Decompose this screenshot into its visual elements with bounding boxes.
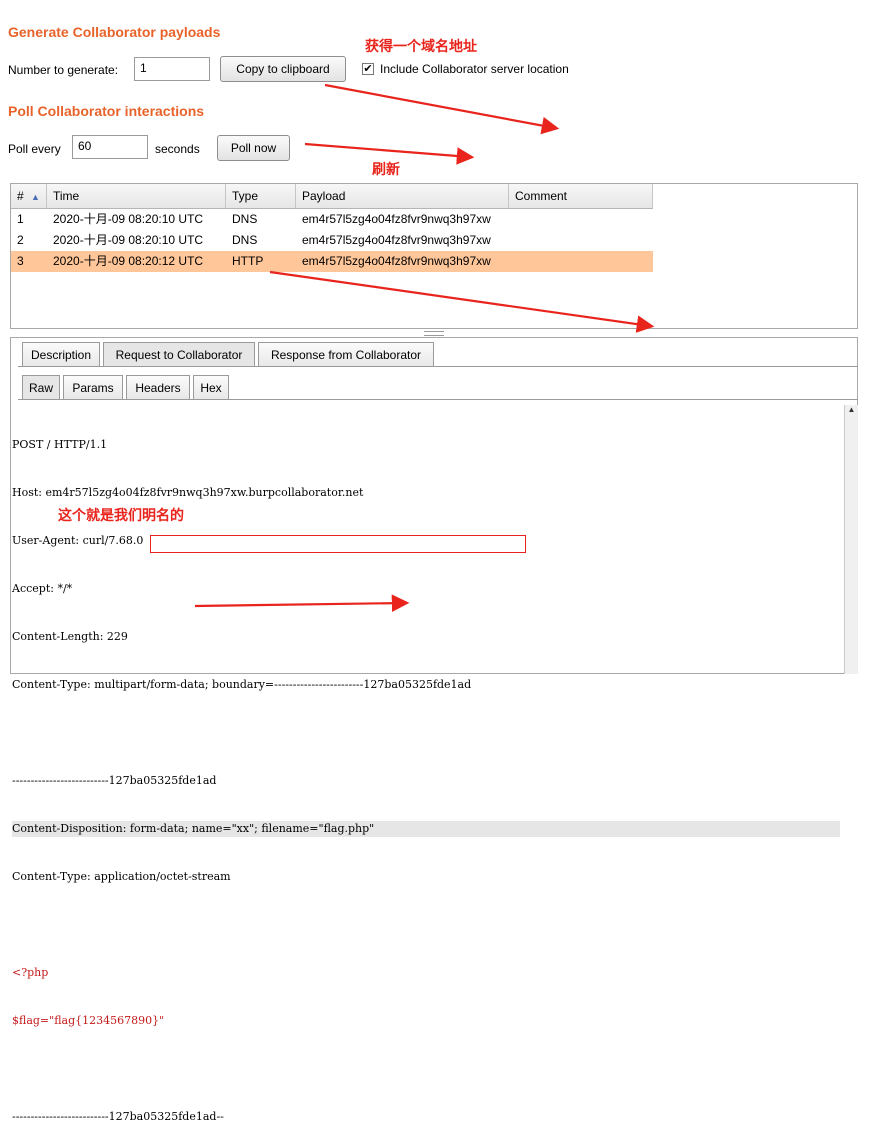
request-line [12,1061,840,1077]
arrow-to-poll-button [304,142,475,165]
request-line: Content-Type: multipart/form-data; bound… [12,678,472,691]
request-line: --------------------------127ba05325fde1… [12,1110,224,1123]
request-line [12,917,840,933]
arrow-to-flag [194,594,410,612]
annotation-arrows [194,83,655,612]
request-line: Content-Type: application/octet-stream [12,870,231,883]
request-line: <?php [12,966,49,979]
request-line: Content-Disposition: form-data; name="xx… [12,821,840,837]
arrow-to-selected-row [269,270,655,333]
request-line [12,725,840,741]
request-line: --------------------------127ba05325fde1… [12,774,217,787]
request-line: $flag="flag{1234567890}" [12,1014,165,1027]
arrow-to-copy-button [324,83,560,135]
